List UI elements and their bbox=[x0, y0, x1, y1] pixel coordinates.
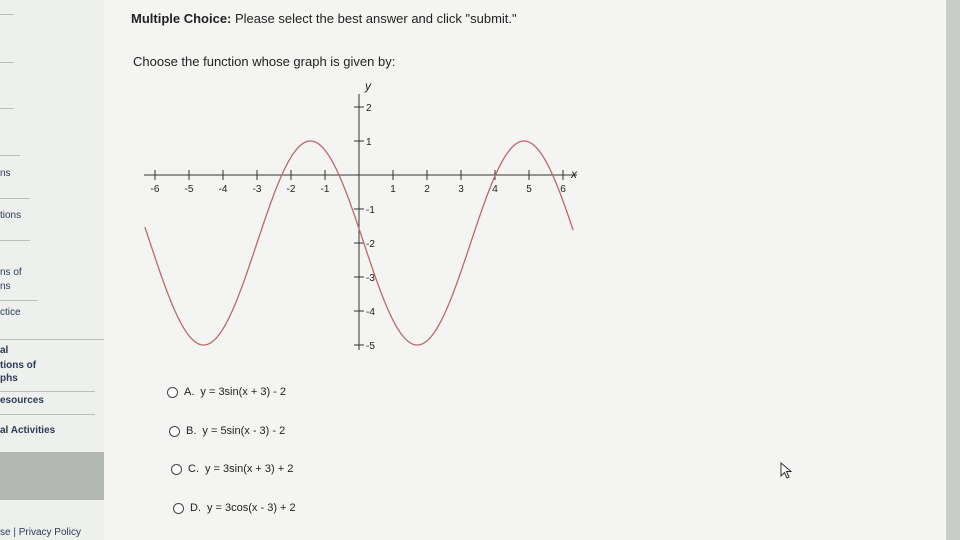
function-graph: -6 -5 -4 -3 -2 -1 1 2 3 4 5 6 2 1 -1 -2 -3 -4 -5 x y bbox=[139, 78, 589, 373]
choice-d-letter: D. bbox=[190, 502, 201, 514]
sidebar-item-2[interactable]: tions bbox=[0, 210, 21, 221]
radio-a[interactable] bbox=[167, 386, 178, 398]
x-tick-label: 2 bbox=[424, 184, 430, 195]
choice-a[interactable]: A. y = 3sin(x + 3) - 2 bbox=[167, 386, 286, 398]
choice-d[interactable]: D. y = 3cos(x - 3) + 2 bbox=[173, 502, 296, 514]
instructions-prefix: Multiple Choice: bbox=[131, 11, 232, 26]
x-tick-label: 3 bbox=[458, 184, 464, 195]
choice-a-text: y = 3sin(x + 3) - 2 bbox=[200, 386, 286, 398]
right-edge bbox=[946, 0, 960, 540]
radio-c[interactable] bbox=[171, 463, 182, 475]
choice-d-text: y = 3cos(x - 3) + 2 bbox=[207, 502, 296, 514]
choice-b-text: y = 5sin(x - 3) - 2 bbox=[202, 425, 286, 437]
x-axis-label: x bbox=[570, 167, 578, 181]
radio-b[interactable] bbox=[169, 425, 180, 437]
y-tick-label: -1 bbox=[366, 205, 375, 216]
graph-svg: -6 -5 -4 -3 -2 -1 1 2 3 4 5 621-1-2-3-4-5xy bbox=[144, 79, 578, 352]
sidebar-item-4[interactable]: ctice bbox=[0, 307, 21, 318]
x-tick-label: -6 bbox=[151, 184, 160, 195]
left-sidebar: ns tions ns of ns ctice al tions of phs … bbox=[0, 0, 110, 540]
y-tick-label: -2 bbox=[366, 239, 375, 250]
radio-d[interactable] bbox=[173, 502, 184, 514]
question-panel: Multiple Choice: Please select the best … bbox=[104, 0, 946, 540]
sidebar-item-6b[interactable]: phs bbox=[0, 373, 18, 384]
y-axis-label: y bbox=[364, 79, 372, 93]
choice-b-letter: B. bbox=[186, 425, 197, 437]
question-text: Choose the function whose graph is given… bbox=[133, 54, 396, 69]
x-tick-label: 4 bbox=[492, 184, 498, 195]
mouse-cursor-icon bbox=[780, 462, 793, 479]
privacy-footer[interactable]: se | Privacy Policy bbox=[0, 527, 81, 538]
choice-c-text: y = 3sin(x + 3) + 2 bbox=[205, 463, 294, 475]
instructions-text: Please select the best answer and click … bbox=[231, 11, 517, 26]
x-tick-label: 6 bbox=[560, 184, 566, 195]
choice-c[interactable]: C. y = 3sin(x + 3) + 2 bbox=[171, 463, 293, 475]
sidebar-item-7[interactable]: esources bbox=[0, 395, 44, 406]
choice-c-letter: C. bbox=[188, 463, 199, 475]
sidebar-item-1[interactable]: ns bbox=[0, 168, 11, 179]
x-tick-label: -2 bbox=[287, 184, 296, 195]
y-tick-label: -4 bbox=[366, 307, 375, 318]
x-tick-label: -5 bbox=[185, 184, 194, 195]
x-tick-label: -1 bbox=[321, 184, 330, 195]
instructions: Multiple Choice: Please select the best … bbox=[131, 11, 517, 26]
x-tick-label: 5 bbox=[526, 184, 532, 195]
sidebar-item-8[interactable]: al Activities bbox=[0, 425, 55, 436]
choice-a-letter: A. bbox=[184, 386, 195, 398]
x-tick-label: -3 bbox=[253, 184, 262, 195]
sidebar-item-6a[interactable]: tions of bbox=[0, 360, 36, 371]
sidebar-item-5[interactable]: al bbox=[0, 345, 8, 356]
sidebar-item-3a[interactable]: ns of bbox=[0, 267, 22, 278]
choice-b[interactable]: B. y = 5sin(x - 3) - 2 bbox=[169, 425, 285, 437]
sidebar-gray-panel bbox=[0, 452, 110, 500]
x-tick-label: -4 bbox=[219, 184, 228, 195]
y-tick-label: 1 bbox=[366, 137, 372, 148]
sidebar-item-3b[interactable]: ns bbox=[0, 281, 11, 292]
y-tick-label: -5 bbox=[366, 341, 375, 352]
x-tick-label: 1 bbox=[390, 184, 396, 195]
y-tick-label: 2 bbox=[366, 103, 372, 114]
